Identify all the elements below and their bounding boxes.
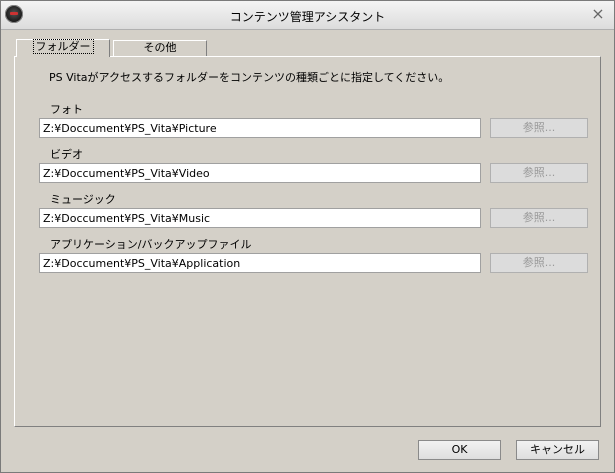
- title-bar[interactable]: コンテンツ管理アシスタント ⨯: [1, 1, 614, 30]
- video-label: ビデオ: [50, 148, 83, 161]
- ok-button[interactable]: OK: [418, 440, 501, 460]
- application-browse-button[interactable]: 参照...: [490, 253, 588, 273]
- close-icon[interactable]: ⨯: [590, 6, 606, 22]
- music-browse-button[interactable]: 参照...: [490, 208, 588, 228]
- video-path-input[interactable]: [39, 163, 481, 183]
- music-label: ミュージック: [50, 193, 116, 206]
- tab-folder[interactable]: フォルダー: [16, 39, 110, 57]
- tab-other-label: その他: [143, 41, 177, 54]
- photo-browse-button[interactable]: 参照...: [490, 118, 588, 138]
- application-label: アプリケーション/バックアップファイル: [50, 238, 252, 251]
- tab-folder-label: フォルダー: [32, 39, 94, 54]
- music-path-input[interactable]: [39, 208, 481, 228]
- description-text: PS Vitaがアクセスするフォルダーをコンテンツの種類ごとに指定してください。: [49, 71, 450, 84]
- dialog-window: コンテンツ管理アシスタント ⨯ フォルダー その他 PS Vitaがアクセスする…: [0, 0, 615, 473]
- photo-path-input[interactable]: [39, 118, 481, 138]
- window-title: コンテンツ管理アシスタント: [229, 10, 386, 24]
- photo-label: フォト: [50, 103, 83, 116]
- cancel-button[interactable]: キャンセル: [516, 440, 599, 460]
- application-path-input[interactable]: [39, 253, 481, 273]
- video-browse-button[interactable]: 参照...: [490, 163, 588, 183]
- tab-other[interactable]: その他: [113, 40, 207, 56]
